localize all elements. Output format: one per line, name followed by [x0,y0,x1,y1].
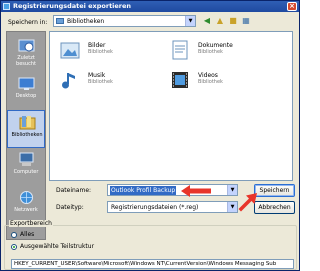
lookin-label: Speichern in: [8,19,48,26]
library-item[interactable]: Bilder Bibliothek [58,38,153,66]
file-type: Bibliothek [198,49,223,55]
music-library-icon [62,73,75,89]
regedit-icon [3,3,10,10]
back-icon[interactable]: ◀ [202,16,212,26]
network-icon [20,191,33,204]
save-button[interactable]: Speichern [254,184,295,197]
filetype-select[interactable]: Registrierungsdateien (*.reg) ▼ [107,201,238,213]
filename-label: Dateiname: [56,187,92,194]
branch-path-field[interactable]: HKEY_CURRENT_USER\Software\Microsoft\Win… [11,259,294,269]
computer-icon [19,152,34,166]
filename-field[interactable]: Outlook Profil Backup ▼ [107,184,238,196]
place-desktop[interactable]: Desktop [7,72,45,110]
library-item[interactable]: Musik Bibliothek [58,68,153,96]
libraries-icon [19,116,36,130]
place-label: Zuletzt besucht [16,55,36,67]
lookin-value: Bibliotheken [67,18,105,25]
cancel-button[interactable]: Abbrechen [254,201,295,214]
place-label: Computer [13,169,39,175]
file-name: Bilder [88,42,106,49]
up-right-arrow-icon [238,193,257,212]
place-recent[interactable]: Zuletzt besucht [7,34,45,72]
file-name: Videos [198,72,218,79]
branch-radio-label: Ausgewählte Teilstruktur [20,243,95,250]
libraries-icon [56,18,64,24]
place-computer[interactable]: Computer [7,148,45,186]
desktop-icon [18,77,35,90]
places-bar: Zuletzt besucht Desktop Bibliotheken Com… [6,31,46,240]
filetype-value: Registrierungsdateien (*.reg) [111,204,199,211]
window-title: Registrierungsdatei exportieren [13,2,132,10]
export-range-label: Exportbereich [9,220,53,227]
recent-icon [18,39,35,52]
all-radio[interactable] [11,232,17,238]
documents-library-icon [172,40,188,60]
chevron-down-icon[interactable]: ▼ [227,202,237,212]
title-bar[interactable]: Registrierungsdatei exportieren × [1,1,299,12]
filename-value: Outlook Profil Backup [110,186,177,195]
branch-radio[interactable] [11,244,17,250]
up-folder-icon[interactable]: ▲ [215,16,225,26]
close-button[interactable]: × [287,2,297,11]
videos-library-icon [172,72,188,88]
place-network[interactable]: Netzwerk [7,186,45,224]
file-name: Musik [88,72,106,79]
place-libraries[interactable]: Bibliotheken [7,110,45,148]
library-item[interactable]: Dokumente Bibliothek [168,38,263,66]
all-radio-label: Alles [20,231,35,238]
file-type: Bibliothek [88,49,113,55]
export-dialog: Registrierungsdatei exportieren × Speich… [0,0,300,271]
pictures-library-icon [60,42,80,59]
left-arrow-icon [181,185,211,197]
chevron-down-icon[interactable]: ▼ [185,16,195,26]
file-name: Dokumente [198,42,233,49]
place-label: Netzwerk [14,207,38,213]
new-folder-icon[interactable]: ■ [228,16,238,26]
library-item[interactable]: Videos Bibliothek [168,68,263,96]
views-icon[interactable]: ▦ [241,16,251,26]
file-type: Bibliothek [198,79,223,85]
place-label: Desktop [15,93,37,99]
lookin-combo[interactable]: Bibliotheken ▼ [53,15,196,27]
file-type: Bibliothek [88,79,113,85]
filetype-label: Dateityp: [56,204,84,211]
file-list[interactable]: Bilder Bibliothek Dokumente Bibliothek M… [49,31,293,181]
place-label: Bibliotheken [11,132,43,138]
chevron-down-icon[interactable]: ▼ [227,185,237,195]
